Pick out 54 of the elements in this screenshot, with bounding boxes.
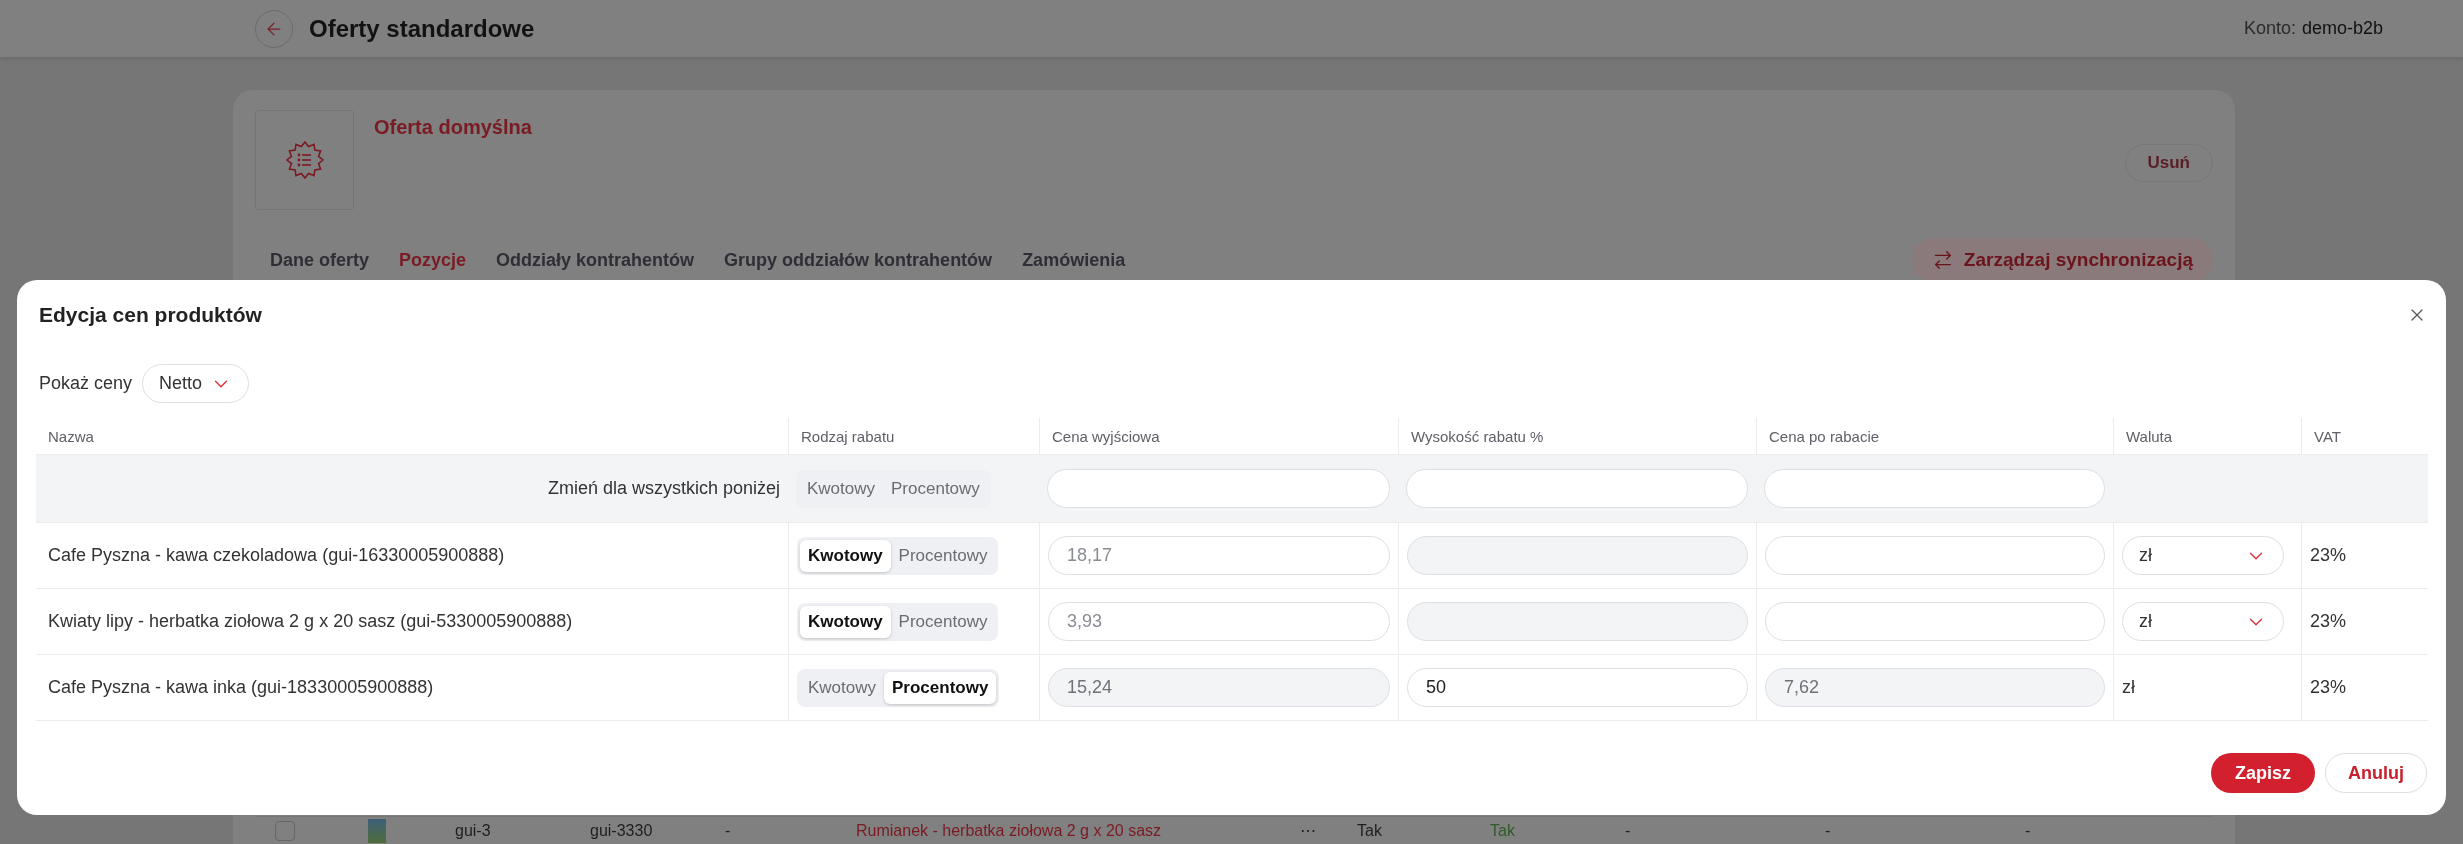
price-type-select[interactable]: Netto — [142, 364, 250, 403]
vat-rate: 23% — [2310, 611, 2347, 632]
account-label: Konto: — [2243, 18, 2296, 39]
tab[interactable]: Oddziały kontrahentów — [481, 249, 710, 271]
page-title: Oferty standardowe — [309, 14, 535, 43]
discount-type-option[interactable]: Procentowy — [890, 605, 996, 638]
discount-type-option[interactable]: Procentowy — [890, 539, 996, 572]
tab[interactable]: Dane oferty — [255, 249, 385, 271]
table-cell-text: - — [725, 821, 732, 840]
vat-rate: 23% — [2310, 677, 2347, 698]
cancel-button[interactable]: Anuluj — [2325, 753, 2427, 793]
vat-rate: 23% — [2310, 545, 2347, 566]
product-name: Cafe Pyszna - kawa czekoladowa (gui-16330005900888) — [48, 545, 505, 566]
table-cell-text: - — [1625, 821, 1632, 840]
tab[interactable]: Zamówienia — [1007, 249, 1141, 271]
discount-type-option[interactable]: Procentowy — [884, 671, 997, 704]
discount-type-option[interactable]: Kwotowy — [800, 671, 885, 704]
price-field[interactable] — [1765, 602, 2105, 641]
table-cell-text: gui-3330 — [590, 821, 654, 840]
product-name: Cafe Pyszna - kawa inka (gui-18330005900888) — [48, 677, 434, 698]
product-name: Kwiaty lipy - herbatka ziołowa 2 g x 20 sasz (gui-5330005900888) — [48, 611, 573, 632]
account-name: demo-b2b — [2301, 18, 2383, 39]
discount-type-option[interactable]: Kwotowy — [800, 539, 891, 572]
table-cell-text: ⋯ — [1300, 821, 1317, 840]
discount-type-option[interactable]: Kwotowy — [799, 472, 884, 505]
offer-name: Oferta domyślna — [374, 116, 532, 139]
price-field[interactable]: 3,93 — [1048, 602, 1390, 641]
currency-text: zł — [2122, 677, 2135, 698]
sync-button[interactable]: Zarządzaj synchronizacją — [1911, 238, 2213, 282]
currency-select[interactable]: zł — [2122, 602, 2284, 641]
price-filter-label: Pokaż ceny — [39, 373, 133, 394]
table-cell-text: Tak — [1357, 821, 1383, 840]
tab[interactable]: Pozycje — [384, 249, 482, 271]
save-button[interactable]: Zapisz — [2211, 753, 2315, 793]
product-thumbnail — [368, 818, 386, 843]
tab[interactable]: Grupy oddziałów kontrahentów — [709, 249, 1008, 271]
discount-type-option[interactable]: Kwotowy — [800, 605, 891, 638]
table-cell-text: Rumianek - herbatka ziołowa 2 g x 20 sasz — [856, 821, 1163, 840]
price-field[interactable] — [1406, 469, 1748, 508]
table-cell-text: - — [2025, 821, 2032, 840]
price-field[interactable] — [1765, 536, 2105, 575]
price-field[interactable]: 50 — [1407, 668, 1748, 707]
bulk-change-label: Zmień dla wszystkich poniżej — [547, 478, 780, 499]
price-field[interactable]: 18,17 — [1048, 536, 1390, 575]
table-cell-text: gui-3 — [455, 821, 492, 840]
currency-select[interactable]: zł — [2122, 536, 2284, 575]
discount-type-option[interactable]: Procentowy — [883, 472, 988, 505]
dialog-title: Edycja cen produktów — [39, 303, 262, 327]
table-cell-text: - — [1825, 821, 1832, 840]
price-field[interactable] — [1764, 469, 2105, 508]
row-checkbox[interactable] — [275, 820, 295, 841]
price-field[interactable] — [1047, 469, 1390, 508]
table-cell-text: Tak — [1490, 821, 1516, 840]
badge-list-icon — [284, 140, 325, 180]
